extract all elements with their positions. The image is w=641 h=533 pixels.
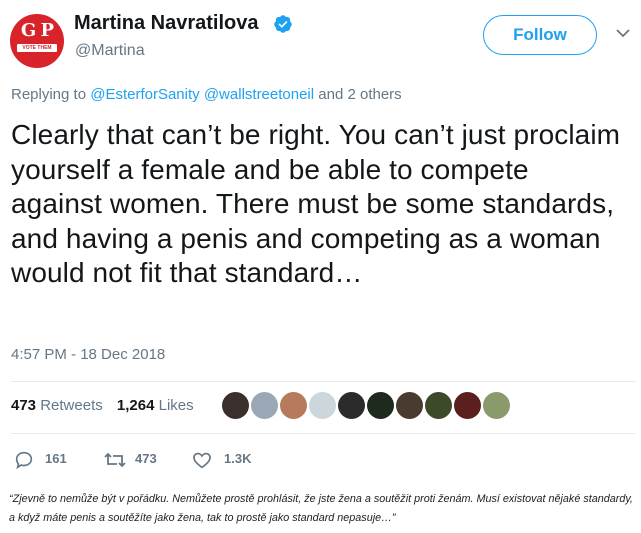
divider [11, 381, 636, 382]
avatar[interactable]: G P VOTE THEM OUT! [10, 14, 64, 68]
verified-badge-icon [274, 15, 292, 33]
mention-link-2[interactable]: @wallstreetoneil [204, 86, 314, 103]
retweets-count[interactable]: 473 [11, 397, 36, 414]
liker-avatar[interactable] [396, 392, 423, 419]
liker-avatar[interactable] [309, 392, 336, 419]
avatar-ribbon: VOTE THEM OUT! [17, 44, 57, 59]
liker-avatar[interactable] [483, 392, 510, 419]
tweet-text: Clearly that can’t be right. You can’t j… [11, 119, 621, 288]
liker-avatar[interactable] [251, 392, 278, 419]
likes-count[interactable]: 1,264 [117, 397, 155, 414]
engagement-stats: 473 Retweets 1,264 Likes [11, 397, 194, 414]
reply-icon [15, 451, 33, 470]
liker-avatar[interactable] [454, 392, 481, 419]
replying-prefix: Replying to [11, 86, 91, 103]
user-display-name[interactable]: Martina Navratilova [74, 12, 259, 35]
retweets-label[interactable]: Retweets [40, 397, 103, 414]
divider [11, 433, 636, 434]
tweet-actions: 161 473 1.3K [11, 449, 411, 471]
mention-link-1[interactable]: @EsterforSanity [90, 86, 199, 103]
liker-avatar[interactable] [425, 392, 452, 419]
like-count: 1.3K [224, 451, 252, 466]
retweet-action[interactable]: 473 [103, 449, 173, 471]
retweet-count: 473 [135, 451, 157, 466]
replying-suffix[interactable]: and 2 others [314, 86, 401, 103]
like-action[interactable]: 1.3K [191, 449, 271, 471]
likes-label[interactable]: Likes [159, 397, 194, 414]
reply-count: 161 [45, 451, 67, 466]
liker-avatars [222, 392, 522, 420]
user-handle[interactable]: @Martina [75, 42, 145, 60]
article-caption: “Zjevně to nemůže být v pořádku. Nemůžet… [9, 493, 633, 524]
tweet-card: G P VOTE THEM OUT! Martina Navratilova @… [0, 0, 641, 480]
liker-avatar[interactable] [367, 392, 394, 419]
chevron-down-icon[interactable] [616, 28, 630, 38]
tweet-timestamp[interactable]: 4:57 PM - 18 Dec 2018 [11, 346, 165, 363]
liker-avatar[interactable] [222, 392, 249, 419]
follow-button[interactable]: Follow [483, 15, 597, 55]
reply-action[interactable]: 161 [13, 449, 73, 471]
replying-to-line: Replying to @EsterforSanity @wallstreeto… [11, 86, 402, 103]
heart-icon [193, 452, 211, 469]
retweet-icon [104, 452, 126, 468]
avatar-logo-text: G P [20, 20, 54, 41]
liker-avatar[interactable] [338, 392, 365, 419]
liker-avatar[interactable] [280, 392, 307, 419]
